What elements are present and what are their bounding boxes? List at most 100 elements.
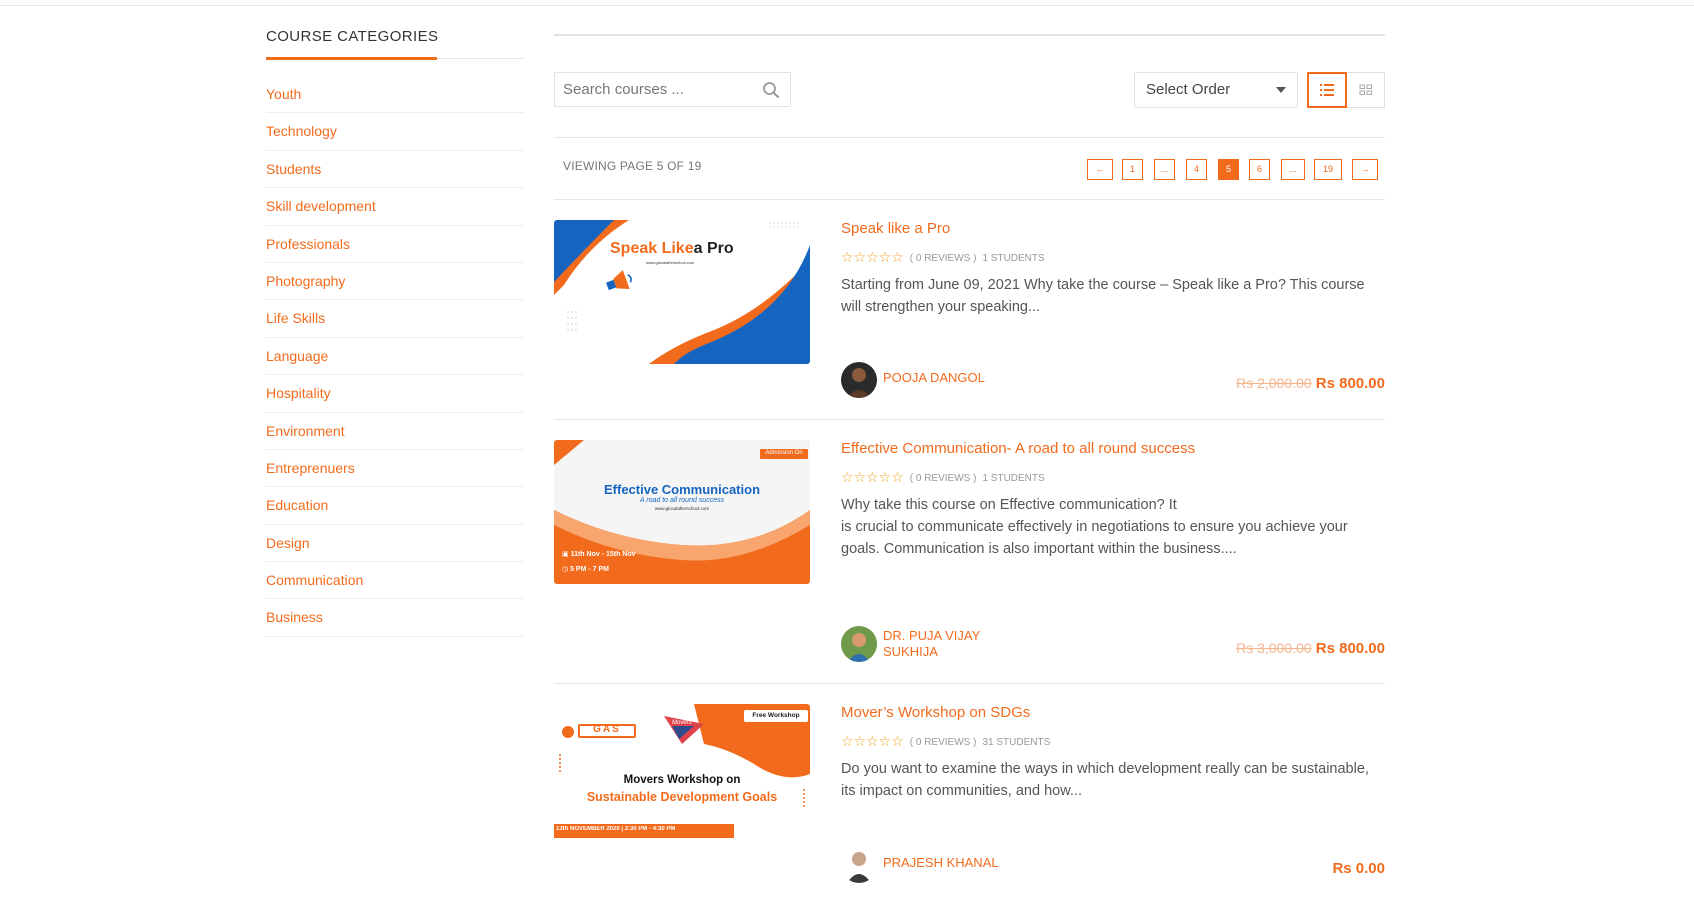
- list-view-button[interactable]: [1307, 72, 1347, 108]
- paging-divider: [554, 199, 1385, 200]
- avatar: [841, 362, 877, 398]
- course-categories-sidebar: COURSE CATEGORIES Youth Technology Stude…: [266, 28, 524, 637]
- course-divider: [554, 683, 1385, 684]
- next-page-button[interactable]: →: [1352, 159, 1378, 180]
- page-ellipsis-start[interactable]: ...: [1154, 159, 1175, 180]
- category-entrepreneurs[interactable]: Entreprenuers: [266, 450, 524, 488]
- category-professionals[interactable]: Professionals: [266, 226, 524, 263]
- page-6[interactable]: 6: [1249, 159, 1270, 180]
- course-price: Rs 3,000.00 Rs 800.00: [1236, 640, 1385, 657]
- category-life-skills[interactable]: Life Skills: [266, 300, 524, 338]
- rating-stars-icon: ☆☆☆☆☆: [841, 733, 904, 749]
- sidebar-title: COURSE CATEGORIES: [266, 28, 439, 45]
- category-business[interactable]: Business: [266, 599, 524, 637]
- search-icon[interactable]: [762, 81, 780, 99]
- thumb-heading: Speak Likea Pro: [610, 240, 734, 258]
- category-photography[interactable]: Photography: [266, 263, 524, 301]
- thumb-footer: 13th NOVEMBER 2020 | 2:30 PM - 4:30 PM: [556, 826, 676, 832]
- current-price: Rs 0.00: [1332, 860, 1385, 877]
- page-1[interactable]: 1: [1122, 159, 1143, 180]
- course-title[interactable]: Effective Communication- A road to all r…: [841, 440, 1385, 457]
- search-input[interactable]: [555, 73, 745, 106]
- category-list: Youth Technology Students Skill developm…: [266, 76, 524, 637]
- page-4[interactable]: 4: [1186, 159, 1207, 180]
- current-price: Rs 800.00: [1315, 640, 1385, 657]
- avatar: [841, 626, 877, 662]
- course-description: Starting from June 09, 2021 Why take the…: [841, 277, 1365, 315]
- effective-communication-artwork: [554, 440, 810, 584]
- grid-view-button[interactable]: [1347, 72, 1385, 108]
- thumb-url: www.glocalafterschool.com: [654, 506, 710, 511]
- order-select-value: Select Order: [1146, 81, 1231, 98]
- category-education[interactable]: Education: [266, 487, 524, 525]
- thumb-date-text: 11th Nov - 15th Nov: [570, 551, 636, 558]
- listing-toolbar: Select Order: [554, 36, 1385, 108]
- paging-status: VIEWING PAGE 5 OF 19: [563, 159, 702, 173]
- thumb-time: ◷ 5 PM - 7 PM: [562, 566, 609, 573]
- course-author: PRAJESH KHANAL: [841, 847, 1003, 883]
- rating-stars-icon: ☆☆☆☆☆: [841, 249, 904, 265]
- thumb-heading-accent: Sustainable Development Goals: [586, 790, 778, 804]
- page-19[interactable]: 19: [1314, 159, 1342, 180]
- category-language[interactable]: Language: [266, 338, 524, 376]
- thumb-date: ▣ 11th Nov - 15th Nov: [562, 551, 636, 558]
- toolbar-divider: [554, 137, 1385, 138]
- caret-down-icon: [1276, 87, 1286, 93]
- list-view-icon: [1320, 84, 1334, 96]
- student-count: 31 STUDENTS: [982, 737, 1051, 748]
- course-title[interactable]: Speak like a Pro: [841, 220, 1385, 237]
- review-count: ( 0 REVIEWS ): [909, 737, 977, 748]
- review-count: ( 0 REVIEWS ): [909, 473, 977, 484]
- category-hospitality[interactable]: Hospitality: [266, 375, 524, 413]
- order-select[interactable]: Select Order: [1134, 72, 1298, 108]
- course-meta: ☆☆☆☆☆ ( 0 REVIEWS ) 1 STUDENTS: [841, 249, 1385, 265]
- thumb-heading: Effective Communication: [603, 482, 761, 497]
- thumb-url: www.glocalafterschool.com: [646, 260, 695, 265]
- category-communication[interactable]: Communication: [266, 562, 524, 600]
- old-price: Rs 3,000.00: [1236, 640, 1312, 656]
- sidebar-title-accent: [266, 57, 437, 60]
- thumb-subheading: A road to all round success: [639, 497, 725, 504]
- thumb-badge: Free Workshop: [752, 712, 800, 719]
- course-info: Effective Communication- A road to all r…: [841, 440, 1385, 560]
- student-count: 1 STUDENTS: [982, 253, 1045, 264]
- course-price: Rs 0.00: [1332, 860, 1385, 877]
- rating-stars-icon: ☆☆☆☆☆: [841, 469, 904, 485]
- category-youth[interactable]: Youth: [266, 76, 524, 114]
- thumb-logo-secondary: Movers: [672, 720, 692, 726]
- avatar: [841, 847, 877, 883]
- course-description: Do you want to examine the ways in which…: [841, 761, 1369, 799]
- page-ellipsis-end[interactable]: ...: [1281, 159, 1305, 180]
- author-name[interactable]: POOJA DANGOL: [883, 370, 1003, 386]
- search-box: [554, 72, 791, 107]
- course-info: Speak like a Pro ☆☆☆☆☆ ( 0 REVIEWS ) 1 STU…: [841, 220, 1385, 318]
- prev-page-button[interactable]: ←: [1087, 159, 1113, 180]
- category-skill-development[interactable]: Skill development: [266, 188, 524, 226]
- course-info: Mover’s Workshop on SDGs ☆☆☆☆☆ ( 0 REVIEW…: [841, 704, 1385, 802]
- category-design[interactable]: Design: [266, 525, 524, 563]
- course-thumbnail-speak-like-a-pro[interactable]: Speak Likea Pro www.glocalafterschool.co…: [554, 220, 810, 364]
- current-price: Rs 800.00: [1315, 375, 1385, 392]
- top-divider: [0, 5, 1694, 6]
- course-listing: Select Order: [554, 34, 1385, 108]
- author-name[interactable]: PRAJESH KHANAL: [883, 855, 1003, 871]
- thumb-time-text: 5 PM - 7 PM: [570, 566, 609, 573]
- course-thumbnail-movers-workshop[interactable]: Free Workshop GAS Movers Movers Workshop…: [554, 704, 810, 848]
- category-students[interactable]: Students: [266, 151, 524, 189]
- course-item: Free Workshop GAS Movers Movers Workshop…: [554, 704, 1385, 894]
- course-price: Rs 2,000.00 Rs 800.00: [1236, 375, 1385, 392]
- page-5-current[interactable]: 5: [1218, 159, 1239, 180]
- course-description: Why take this course on Effective commun…: [841, 497, 1348, 557]
- category-technology[interactable]: Technology: [266, 113, 524, 151]
- category-environment[interactable]: Environment: [266, 413, 524, 450]
- sidebar-title-block: COURSE CATEGORIES: [266, 28, 524, 60]
- author-name[interactable]: DR. PUJA VIJAY SUKHIJA: [883, 628, 1003, 660]
- student-count: 1 STUDENTS: [982, 473, 1045, 484]
- thumb-badge: Admission On: [765, 450, 803, 456]
- course-item: Admission On Effective Communication A r…: [554, 440, 1385, 680]
- course-title[interactable]: Mover’s Workshop on SDGs: [841, 704, 1385, 721]
- thumb-heading-accent: Speak Like: [610, 240, 694, 257]
- course-thumbnail-effective-communication[interactable]: Admission On Effective Communication A r…: [554, 440, 810, 584]
- course-author: DR. PUJA VIJAY SUKHIJA: [841, 626, 1003, 662]
- course-meta: ☆☆☆☆☆ ( 0 REVIEWS ) 31 STUDENTS: [841, 733, 1385, 749]
